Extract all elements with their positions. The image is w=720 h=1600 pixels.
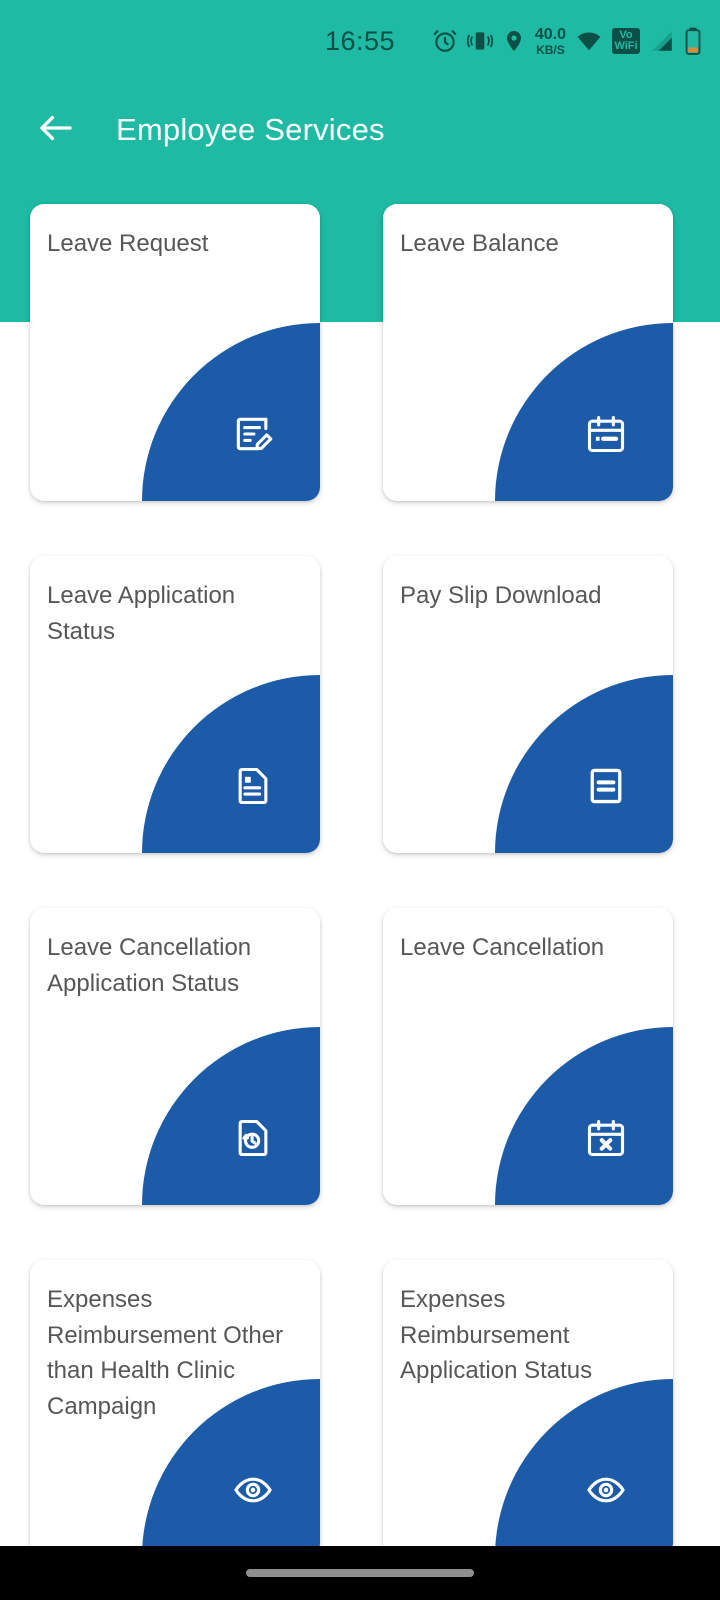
- network-speed-unit: KB/S: [536, 42, 565, 57]
- phone-screen: 16:55 40.0 KB/S Vo WiFi Employee Service…: [0, 0, 720, 1600]
- service-card-title: Leave Request: [47, 230, 209, 257]
- cellular-signal-icon: [649, 28, 675, 54]
- alarm-icon: [432, 28, 458, 54]
- service-card-leave-request[interactable]: Leave Request: [30, 204, 320, 501]
- eye-icon: [583, 1467, 629, 1513]
- service-card-title: Pay Slip Download: [400, 582, 602, 609]
- service-card-title: Leave Application Status: [47, 582, 236, 645]
- receipt-icon: [583, 763, 629, 809]
- card-corner-accent: [495, 1379, 673, 1546]
- document-history-icon: [230, 1115, 276, 1161]
- service-card-expenses-reimbursement-other[interactable]: Expenses Reimbursement Other than Health…: [30, 1260, 320, 1546]
- wifi-icon: [575, 28, 603, 54]
- card-corner-accent: [142, 1027, 320, 1205]
- back-arrow-icon: [35, 107, 77, 154]
- app-bar: Employee Services: [0, 82, 720, 178]
- service-card-title: Leave Cancellation: [400, 934, 605, 961]
- service-card-pay-slip-download[interactable]: Pay Slip Download: [383, 556, 673, 853]
- card-corner-accent: [495, 675, 673, 853]
- vowifi-icon: Vo WiFi: [612, 28, 640, 54]
- status-bar: 16:55 40.0 KB/S Vo WiFi: [0, 0, 720, 82]
- card-corner-accent: [495, 1027, 673, 1205]
- service-card-title: Leave Cancellation Application Status: [47, 934, 252, 997]
- battery-icon: [684, 27, 702, 55]
- service-card-leave-cancellation[interactable]: Leave Cancellation: [383, 908, 673, 1205]
- home-gesture-pill[interactable]: [246, 1569, 474, 1577]
- calendar-event-icon: [583, 411, 629, 457]
- calendar-cancel-icon: [583, 1115, 629, 1161]
- service-card-leave-balance[interactable]: Leave Balance: [383, 204, 673, 501]
- service-card-leave-cancellation-application-status[interactable]: Leave Cancellation Application Status: [30, 908, 320, 1205]
- edit-document-icon: [230, 411, 276, 457]
- eye-icon: [230, 1467, 276, 1513]
- services-grid: Leave Request Leave Balance Leave Applic…: [0, 178, 720, 1546]
- card-corner-accent: [495, 323, 673, 501]
- service-card-expenses-reimbursement-application-status[interactable]: Expenses Reimbursement Application Statu…: [383, 1260, 673, 1546]
- network-speed-value: 40.0: [534, 25, 566, 43]
- service-card-title: Leave Balance: [400, 230, 559, 257]
- vibrate-icon: [466, 28, 493, 54]
- vowifi-bottom-label: WiFi: [614, 40, 638, 52]
- network-speed-indicator: 40.0 KB/S: [534, 25, 566, 57]
- system-navigation-bar: [0, 1546, 720, 1600]
- card-corner-accent: [142, 323, 320, 501]
- status-bar-icons: 40.0 KB/S Vo WiFi: [432, 26, 702, 56]
- service-card-title: Expenses Reimbursement Application Statu…: [400, 1286, 593, 1385]
- page-title: Employee Services: [116, 112, 385, 147]
- back-button[interactable]: [20, 94, 92, 166]
- document-lines-icon: [230, 763, 276, 809]
- card-corner-accent: [142, 675, 320, 853]
- service-card-leave-application-status[interactable]: Leave Application Status: [30, 556, 320, 853]
- location-icon: [502, 28, 526, 54]
